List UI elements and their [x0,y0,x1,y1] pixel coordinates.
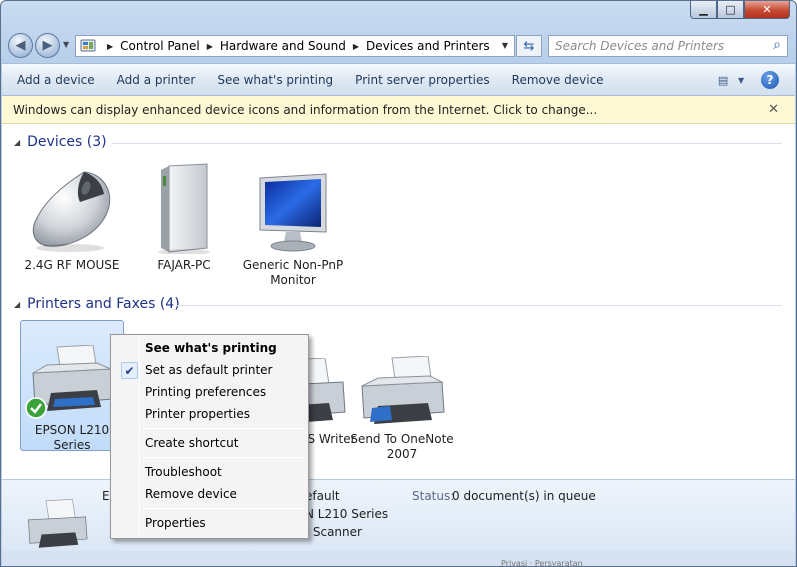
info-bar-close-icon[interactable]: ✕ [768,102,779,117]
breadcrumb-root-arrow[interactable]: ▶ [100,42,120,51]
device-monitor[interactable]: Generic Non-PnP Monitor [241,160,345,288]
device-label: EPSON L210 Series [34,423,110,452]
details-status-label: Status: [412,489,455,503]
details-status-value: 0 document(s) in queue [452,489,596,503]
computer-tower-icon [158,163,210,254]
breadcrumb-hardware-and-sound[interactable]: Hardware and Sound ▶ [220,39,366,53]
monitor-icon [259,173,327,252]
close-button[interactable]: ✕ [744,1,790,19]
breadcrumb-devices-and-printers[interactable]: Devices and Printers [366,39,490,53]
address-history-dropdown[interactable]: ▼ [502,41,508,50]
menu-separator [143,457,304,458]
context-menu: See what's printing ✔ Set as default pri… [110,334,309,539]
menu-item-remove-device[interactable]: Remove device [113,483,306,505]
menu-item-printer-properties[interactable]: Printer properties [113,403,306,425]
maximize-button[interactable]: □ [717,1,744,19]
address-row: ◀ ▶ ▼ ▶ Control Panel ▶ Hardware and Soun… [1,31,796,61]
caption-buttons: ▁ □ ✕ [690,1,790,21]
printers-group-title: Printers and Faxes (4) [27,296,180,312]
collapse-arrow-icon[interactable]: ◢ [14,138,20,147]
menu-item-set-default-printer[interactable]: ✔ Set as default printer [113,359,306,381]
device-mouse[interactable]: 2.4G RF MOUSE [20,160,124,273]
add-device-button[interactable]: Add a device [10,68,102,92]
menu-item-properties[interactable]: Properties [113,512,306,534]
control-panel-icon [80,39,96,52]
devices-group-title: Devices (3) [27,134,107,150]
group-divider [177,305,782,306]
group-divider [112,143,782,144]
device-computer[interactable]: FAJAR-PC [132,160,236,273]
refresh-icon: ⇆ [523,38,535,54]
printer-icon [28,498,88,548]
back-arrow-icon: ◀ [15,38,26,53]
add-printer-button[interactable]: Add a printer [110,68,203,92]
checkmark-icon: ✔ [121,362,138,379]
search-icon[interactable]: ⌕ [773,37,781,53]
search-input[interactable]: Search Devices and Printers ⌕ [548,35,788,57]
remove-device-button[interactable]: Remove device [505,68,611,92]
devices-and-printers-window: ▁ □ ✕ ◀ ▶ ▼ ▶ Control Panel ▶ Hardware an… [0,0,797,567]
device-label: Generic Non-PnP Monitor [242,258,344,287]
menu-separator [143,508,304,509]
refresh-button[interactable]: ⇆ [516,35,542,57]
menu-item-create-shortcut[interactable]: Create shortcut [113,432,306,454]
back-button[interactable]: ◀ [8,33,33,58]
forward-arrow-icon: ▶ [42,38,53,53]
details-model: N L210 Series [305,507,389,521]
help-button[interactable]: ? [761,71,779,89]
command-bar-right: ▤ ▼ ? [713,69,779,91]
mouse-icon [32,171,111,252]
details-category: ; Scanner [305,525,362,539]
view-dropdown-icon[interactable]: ▼ [738,76,744,85]
menu-item-see-whats-printing[interactable]: See what's printing [113,337,306,359]
recent-pages-dropdown[interactable]: ▼ [63,40,69,49]
collapse-arrow-icon[interactable]: ◢ [14,300,20,309]
device-label: 2.4G RF MOUSE [24,258,120,272]
background-ghost-text: Privasi · Persyaratan [501,559,583,567]
command-bar: Add a device Add a printer See what's pr… [2,63,795,96]
printer-icon [361,356,445,424]
info-bar-message[interactable]: Windows can display enhanced device icon… [13,103,597,117]
printers-group-header[interactable]: ◢ Printers and Faxes (4) [14,296,180,312]
menu-item-printing-preferences[interactable]: Printing preferences [113,381,306,403]
menu-item-label: Set as default printer [145,363,273,377]
device-epson-l210[interactable]: EPSON L210 Series [20,320,124,452]
default-printer-check-icon [25,397,47,419]
change-view-button[interactable]: ▤ ▼ [713,69,749,91]
breadcrumb-control-panel[interactable]: Control Panel ▶ [120,39,220,53]
device-label: Send To OneNote 2007 [350,432,454,461]
view-icon: ▤ [717,73,729,87]
search-placeholder: Search Devices and Printers [555,39,725,53]
print-server-properties-button[interactable]: Print server properties [348,68,496,92]
details-device-name: E [102,489,110,503]
devices-group-header[interactable]: ◢ Devices (3) [14,134,107,150]
address-bar[interactable]: ▶ Control Panel ▶ Hardware and Sound ▶ Dev… [75,35,515,57]
menu-separator [143,428,304,429]
forward-button[interactable]: ▶ [35,33,60,58]
menu-item-troubleshoot[interactable]: Troubleshoot [113,461,306,483]
see-whats-printing-button[interactable]: See what's printing [210,68,340,92]
info-bar[interactable]: Windows can display enhanced device icon… [2,96,795,124]
status-bar [2,551,795,566]
details-state: efault [305,489,340,503]
device-send-to-onenote[interactable]: Send To OneNote 2007 [350,334,454,462]
device-label: FAJAR-PC [157,258,211,272]
minimize-button[interactable]: ▁ [690,1,717,19]
